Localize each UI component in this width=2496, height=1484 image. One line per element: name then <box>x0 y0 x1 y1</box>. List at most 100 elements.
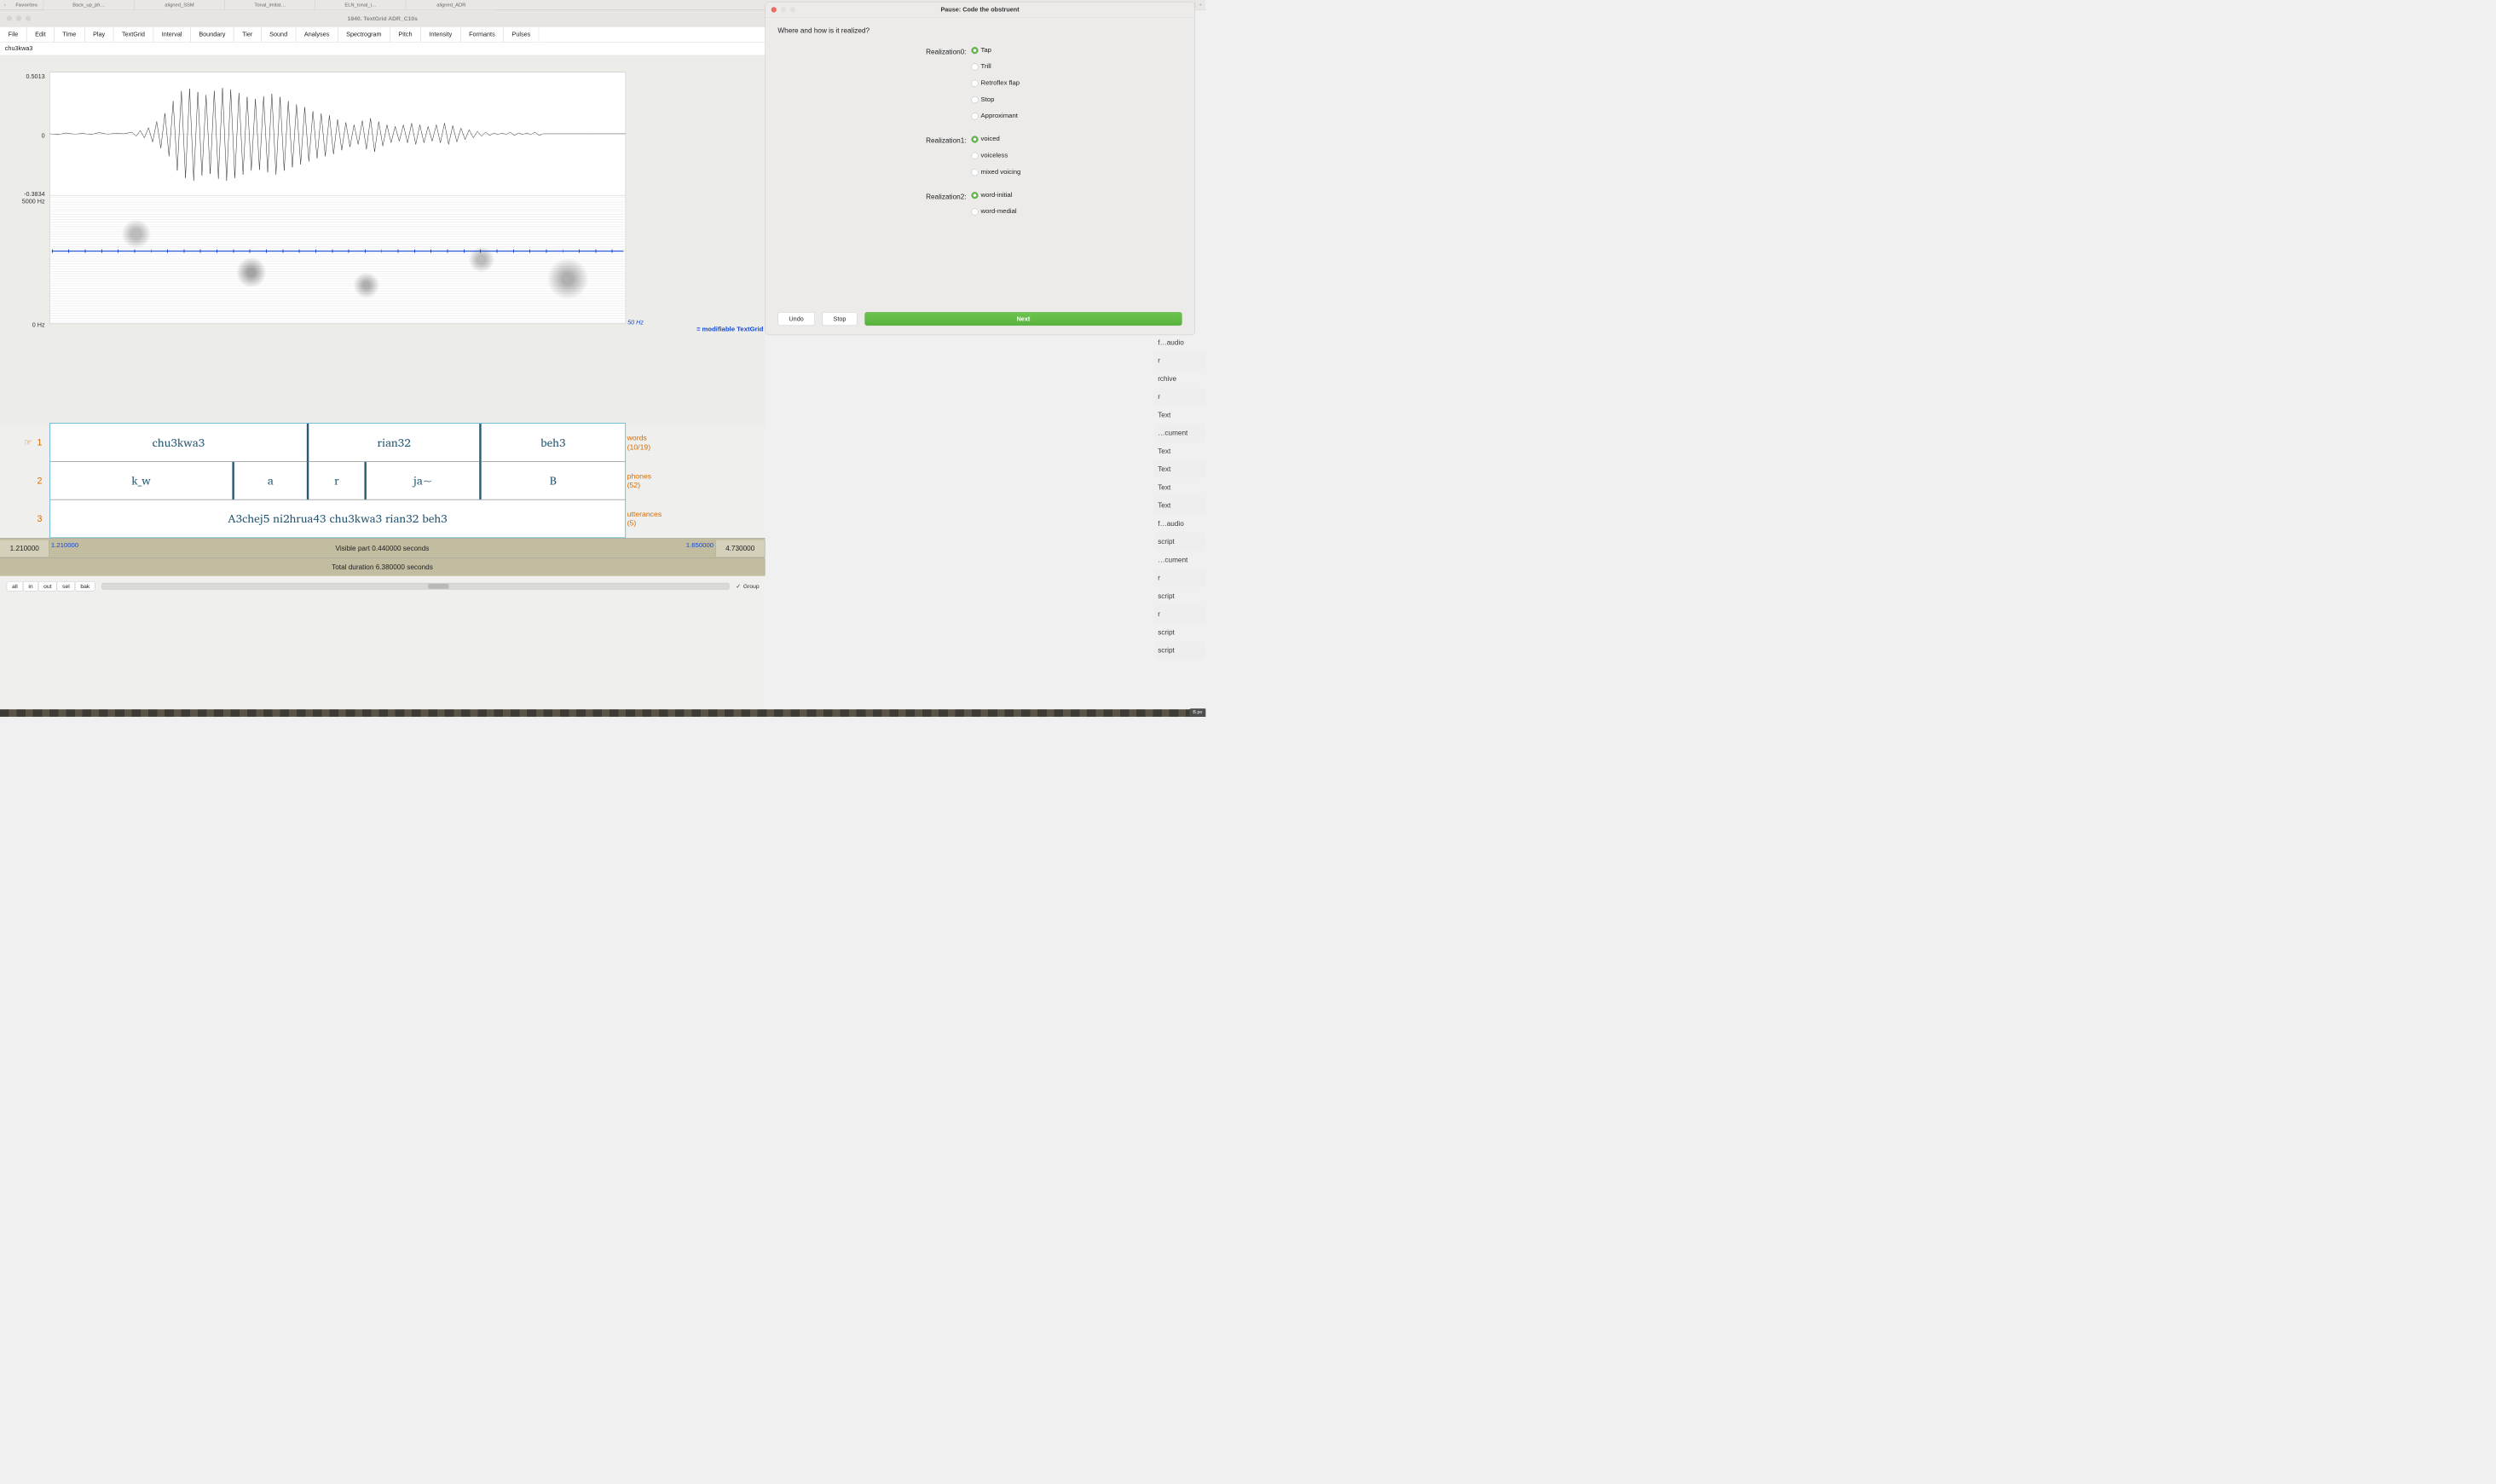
object-item[interactable]: Text <box>1154 460 1205 478</box>
total-duration[interactable]: Total duration 6.380000 seconds <box>0 559 765 575</box>
menu-pulses[interactable]: Pulses <box>504 26 540 42</box>
interval-cell[interactable]: ja~ <box>367 462 482 499</box>
menu-textgrid[interactable]: TextGrid <box>113 26 153 42</box>
radio-icon[interactable] <box>971 152 978 159</box>
finder-tab[interactable]: Tonal_imitat… <box>224 0 315 9</box>
zoom-icon[interactable] <box>26 15 31 20</box>
radio-icon[interactable] <box>971 169 978 176</box>
object-item[interactable]: r <box>1154 388 1205 406</box>
interval-cell[interactable]: k_w <box>50 462 234 499</box>
radio-icon[interactable] <box>971 136 978 142</box>
zoom-all-button[interactable]: all <box>7 581 23 592</box>
interval-cell[interactable]: r <box>309 462 366 499</box>
tier-row-3[interactable]: 3A3chej5 ni2hrua43 chu3kwa3 rian32 beh3u… <box>50 499 625 537</box>
time-right-box[interactable]: 4.730000 <box>715 540 765 556</box>
radio-option[interactable]: voiceless <box>971 152 1020 159</box>
object-item[interactable]: script <box>1154 623 1205 641</box>
object-item[interactable]: f…audio <box>1154 333 1205 351</box>
zoom-out-button[interactable]: out <box>38 581 57 592</box>
finder-tab[interactable]: aligned_ADR <box>406 0 496 9</box>
radio-icon[interactable] <box>971 79 978 86</box>
object-item[interactable]: r <box>1154 605 1205 623</box>
menu-boundary[interactable]: Boundary <box>191 26 234 42</box>
menu-play[interactable]: Play <box>84 26 113 42</box>
radio-icon[interactable] <box>971 192 978 199</box>
waveform[interactable] <box>49 72 626 196</box>
scrollbar-thumb[interactable] <box>428 584 448 589</box>
menu-analyses[interactable]: Analyses <box>296 26 338 42</box>
window-controls[interactable] <box>0 15 31 20</box>
new-tab-button[interactable]: + <box>1195 2 1206 8</box>
zoom-bak-button[interactable]: bak <box>75 581 95 592</box>
interval-cell[interactable]: chu3kwa3 <box>50 424 309 461</box>
dialog-window-controls[interactable] <box>771 7 795 12</box>
modifiable-textgrid-label: ≡modifiable TextGrid <box>696 326 763 333</box>
radio-icon[interactable] <box>971 63 978 70</box>
object-item[interactable]: script <box>1154 587 1205 605</box>
object-item[interactable]: …cument <box>1154 551 1205 569</box>
radio-option[interactable]: Tap <box>971 47 1020 55</box>
object-item[interactable]: f…audio <box>1154 515 1205 533</box>
menu-sound[interactable]: Sound <box>261 26 296 42</box>
minimize-icon[interactable] <box>16 15 21 20</box>
object-item[interactable]: script <box>1154 642 1205 660</box>
zoom-sel-button[interactable]: sel <box>57 581 75 592</box>
visible-span[interactable]: 1.210000 Visible part 0.440000 seconds 1… <box>49 540 715 556</box>
object-item[interactable]: Text <box>1154 406 1205 424</box>
radio-option[interactable]: Approximant <box>971 113 1020 120</box>
radio-option[interactable]: Trill <box>971 63 1020 71</box>
close-icon[interactable] <box>771 7 777 12</box>
close-icon[interactable] <box>7 15 12 20</box>
radio-icon[interactable] <box>971 47 978 54</box>
object-list[interactable]: f…audiorrchiverText…cumentTextTextTextTe… <box>1154 333 1205 660</box>
radio-icon[interactable] <box>971 96 978 103</box>
interval-cell[interactable]: A3chej5 ni2hrua43 chu3kwa3 rian32 beh3 <box>50 499 625 537</box>
spectrogram[interactable] <box>49 195 626 324</box>
time-scrollbar[interactable] <box>101 583 729 590</box>
object-item[interactable]: Text <box>1154 442 1205 460</box>
object-item[interactable]: r <box>1154 351 1205 369</box>
textgrid-tiers[interactable]: ☞1chu3kwa3rian32beh3words(10/19)2k_warja… <box>49 423 626 538</box>
interval-cell[interactable]: a <box>234 462 309 499</box>
object-item[interactable]: Text <box>1154 478 1205 496</box>
radio-option[interactable]: word-medial <box>971 208 1016 216</box>
time-left-box[interactable]: 1.210000 <box>0 540 49 556</box>
radio-option[interactable]: Retroflex flap <box>971 79 1020 87</box>
undo-button[interactable]: Undo <box>777 312 814 326</box>
interval-cell[interactable]: beh3 <box>482 424 626 461</box>
finder-tab[interactable]: aligned_SSM <box>134 0 224 9</box>
tier-row-2[interactable]: 2k_warja~Bphones(52) <box>50 461 625 499</box>
menu-file[interactable]: File <box>0 26 26 42</box>
object-item[interactable]: rchive <box>1154 370 1205 388</box>
menu-pitch[interactable]: Pitch <box>390 26 421 42</box>
object-item[interactable]: script <box>1154 533 1205 551</box>
tier-row-1[interactable]: ☞1chu3kwa3rian32beh3words(10/19) <box>50 424 625 461</box>
finder-tab[interactable]: Back_up_ph… <box>43 0 134 9</box>
menu-formants[interactable]: Formants <box>460 26 503 42</box>
radio-option[interactable]: mixed voicing <box>971 169 1020 176</box>
favorites-label: Favorites <box>10 2 43 8</box>
menu-spectrogram[interactable]: Spectrogram <box>338 26 390 42</box>
back-icon[interactable]: ‹ <box>0 2 10 8</box>
radio-label: mixed voicing <box>981 169 1021 176</box>
menu-interval[interactable]: Interval <box>153 26 191 42</box>
object-item[interactable]: r <box>1154 569 1205 587</box>
zoom-in-button[interactable]: in <box>23 581 38 592</box>
next-button[interactable]: Next <box>864 312 1182 326</box>
radio-option[interactable]: Stop <box>971 96 1020 104</box>
radio-icon[interactable] <box>971 208 978 215</box>
radio-option[interactable]: voiced <box>971 136 1020 143</box>
interval-cell[interactable]: B <box>482 462 626 499</box>
finder-tab[interactable]: ELN_tonal_i… <box>315 0 406 9</box>
radio-option[interactable]: word-initial <box>971 192 1016 199</box>
object-item[interactable]: Text <box>1154 496 1205 514</box>
menu-time[interactable]: Time <box>55 26 85 42</box>
menu-edit[interactable]: Edit <box>26 26 54 42</box>
menu-tier[interactable]: Tier <box>234 26 261 42</box>
interval-cell[interactable]: rian32 <box>309 424 481 461</box>
object-item[interactable]: …cument <box>1154 424 1205 442</box>
radio-icon[interactable] <box>971 113 978 119</box>
menu-intensity[interactable]: Intensity <box>421 26 461 42</box>
group-checkbox[interactable]: ✓ Group <box>736 583 759 590</box>
stop-button[interactable]: Stop <box>822 312 857 326</box>
